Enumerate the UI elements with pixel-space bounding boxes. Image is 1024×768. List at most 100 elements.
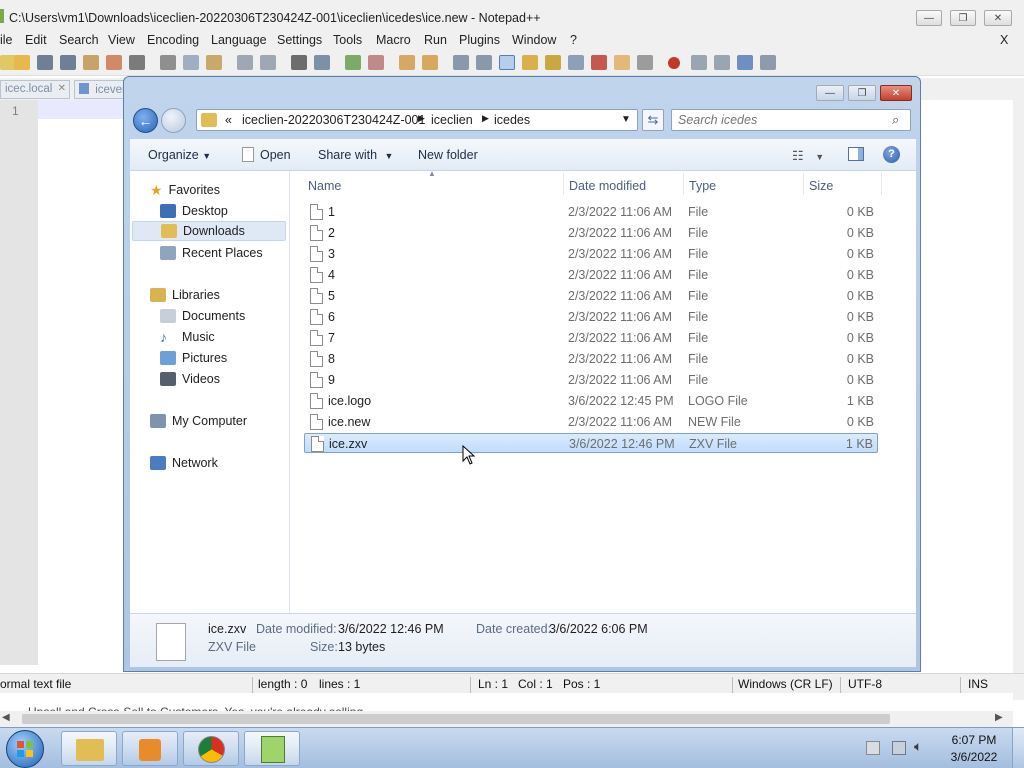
breadcrumb-item[interactable]: icedes: [494, 113, 530, 127]
zoom-out-icon[interactable]: [368, 55, 384, 70]
nav-videos[interactable]: Videos: [160, 369, 220, 389]
menu-window[interactable]: Window: [512, 33, 556, 47]
clock-time[interactable]: 6:07 PM: [950, 733, 998, 747]
run-macro-multiple-icon[interactable]: [737, 55, 753, 70]
menu-settings[interactable]: Settings: [277, 33, 322, 47]
column-header-size[interactable]: Size: [809, 179, 833, 193]
breadcrumb-overflow[interactable]: «: [225, 113, 232, 127]
show-desktop-button[interactable]: [1012, 728, 1024, 768]
nav-my-computer[interactable]: My Computer: [150, 411, 247, 431]
nav-documents[interactable]: Documents: [160, 306, 245, 326]
search-input[interactable]: [678, 112, 878, 128]
show-all-chars-icon[interactable]: [476, 55, 492, 70]
cut-icon[interactable]: [160, 55, 176, 70]
menu-search[interactable]: Search: [59, 33, 99, 47]
menu-file[interactable]: ile: [0, 33, 13, 47]
function-list-icon[interactable]: [568, 55, 584, 70]
refresh-button[interactable]: ⇆: [642, 109, 664, 131]
address-bar[interactable]: « iceclien-20220306T230424Z-001 ▶ icecli…: [196, 109, 638, 131]
file-row[interactable]: 5 2/3/2022 11:06 AM File 0 KB: [304, 286, 878, 306]
menu-edit[interactable]: Edit: [25, 33, 47, 47]
open-file-icon[interactable]: [14, 55, 30, 70]
nav-network[interactable]: Network: [150, 453, 218, 473]
menu-view[interactable]: View: [108, 33, 135, 47]
save-icon[interactable]: [37, 55, 53, 70]
breadcrumb-chevron-icon[interactable]: ▶: [418, 113, 425, 124]
menu-run[interactable]: Run: [424, 33, 447, 47]
menu-plugins[interactable]: Plugins: [459, 33, 500, 47]
nav-desktop[interactable]: Desktop: [160, 201, 228, 221]
search-box[interactable]: ⌕: [671, 109, 911, 131]
dialog-close-button[interactable]: ✕: [880, 85, 912, 101]
word-wrap-icon[interactable]: [453, 55, 469, 70]
open-button[interactable]: Open: [260, 148, 291, 162]
nav-downloads[interactable]: Downloads: [132, 221, 286, 241]
zoom-in-icon[interactable]: [345, 55, 361, 70]
nav-favorites[interactable]: ★ Favorites: [150, 180, 220, 200]
file-row[interactable]: 2 2/3/2022 11:06 AM File 0 KB: [304, 223, 878, 243]
maximize-button[interactable]: ❐: [950, 10, 976, 26]
dialog-maximize-button[interactable]: ❐: [848, 85, 876, 101]
nav-pictures[interactable]: Pictures: [160, 348, 227, 368]
column-header-type[interactable]: Type: [689, 179, 716, 193]
dialog-minimize-button[interactable]: —: [816, 85, 844, 101]
breadcrumb-item[interactable]: iceclien: [431, 113, 473, 127]
taskbar-chrome[interactable]: [183, 731, 239, 766]
monitoring-icon[interactable]: [614, 55, 630, 70]
start-button[interactable]: [6, 730, 44, 768]
find-icon[interactable]: [291, 55, 307, 70]
minimize-button[interactable]: —: [916, 10, 942, 26]
taskbar-explorer[interactable]: [61, 731, 117, 766]
paste-icon[interactable]: [206, 55, 222, 70]
column-divider[interactable]: [683, 173, 684, 195]
replace-icon[interactable]: [314, 55, 330, 70]
organize-button[interactable]: Organize ▼: [148, 148, 211, 162]
print-icon[interactable]: [129, 55, 145, 70]
nav-libraries[interactable]: Libraries: [150, 285, 220, 305]
help-icon[interactable]: ?: [883, 146, 900, 163]
new-folder-button[interactable]: New folder: [418, 148, 478, 162]
menu-encoding[interactable]: Encoding: [147, 33, 199, 47]
forward-button[interactable]: [161, 108, 186, 133]
action-center-icon[interactable]: [866, 741, 880, 755]
file-row[interactable]: 6 2/3/2022 11:06 AM File 0 KB: [304, 307, 878, 327]
scroll-left-icon[interactable]: ◀: [2, 712, 10, 723]
play-macro-icon[interactable]: [714, 55, 730, 70]
close-all-icon[interactable]: [106, 55, 122, 70]
close-file-icon[interactable]: [83, 55, 99, 70]
column-divider[interactable]: [881, 173, 882, 195]
preview-pane-icon[interactable]: [848, 147, 864, 161]
indent-guide-icon[interactable]: [499, 55, 515, 70]
doc-map-icon[interactable]: [545, 55, 561, 70]
file-row[interactable]: 4 2/3/2022 11:06 AM File 0 KB: [304, 265, 878, 285]
sync-horizontal-icon[interactable]: [422, 55, 438, 70]
record-macro-icon[interactable]: [668, 57, 680, 69]
file-row[interactable]: 7 2/3/2022 11:06 AM File 0 KB: [304, 328, 878, 348]
redo-icon[interactable]: [260, 55, 276, 70]
save-macro-icon[interactable]: [760, 55, 776, 70]
network-tray-icon[interactable]: [892, 741, 906, 755]
volume-icon[interactable]: 🔈︎: [914, 738, 922, 755]
scrollbar-thumb[interactable]: [22, 714, 890, 724]
file-row[interactable]: 3 2/3/2022 11:06 AM File 0 KB: [304, 244, 878, 264]
breadcrumb-item[interactable]: iceclien-20220306T230424Z-001: [242, 113, 425, 127]
user-lang-icon[interactable]: [522, 55, 538, 70]
clock-date[interactable]: 3/6/2022: [950, 750, 998, 764]
column-divider[interactable]: [803, 173, 804, 195]
horizontal-scrollbar[interactable]: ◀ ▶: [0, 711, 1013, 727]
file-row[interactable]: 8 2/3/2022 11:06 AM File 0 KB: [304, 349, 878, 369]
column-header-name[interactable]: Name: [308, 179, 341, 193]
file-row[interactable]: 1 2/3/2022 11:06 AM File 0 KB: [304, 202, 878, 222]
tab-icec-local[interactable]: icec.local ✕: [0, 80, 70, 99]
column-divider[interactable]: [563, 173, 564, 195]
search-icon[interactable]: ⌕: [892, 112, 899, 128]
stop-macro-icon[interactable]: [691, 55, 707, 70]
column-header-date-modified[interactable]: Date modified: [569, 179, 646, 193]
nav-music[interactable]: ♪ Music: [160, 327, 215, 347]
nav-recent-places[interactable]: Recent Places: [160, 243, 263, 263]
address-dropdown-icon[interactable]: ▼: [621, 114, 631, 125]
close-button[interactable]: ✕: [984, 10, 1012, 26]
sync-vertical-icon[interactable]: [399, 55, 415, 70]
file-row[interactable]: 9 2/3/2022 11:06 AM File 0 KB: [304, 370, 878, 390]
menu-language[interactable]: Language: [211, 33, 267, 47]
